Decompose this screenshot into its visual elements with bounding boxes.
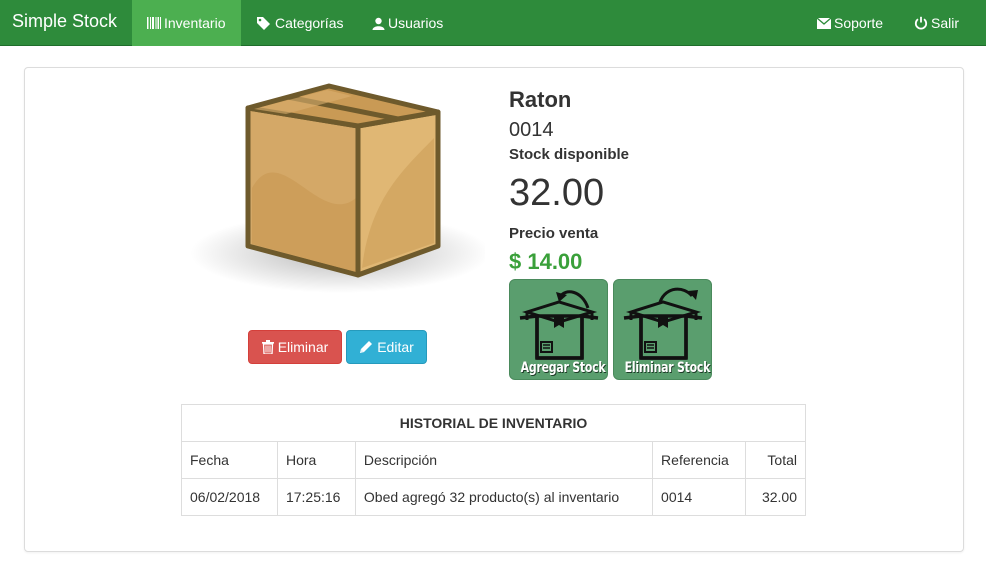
trash-icon (261, 340, 274, 354)
remove-stock-label: Eliminar Stock (624, 360, 711, 376)
envelope-icon (817, 17, 831, 29)
cell-fecha: 06/02/2018 (181, 478, 278, 516)
remove-stock-button[interactable]: Eliminar Stock (613, 279, 712, 380)
stock-value: 32.00 (509, 172, 605, 214)
add-stock-label: Agregar Stock (520, 360, 606, 376)
col-header: Descripción (354, 441, 654, 479)
pencil-icon (360, 341, 373, 353)
box-arrow-in-icon (519, 290, 599, 360)
col-header: Total (745, 441, 806, 479)
nav-label: Categorías (275, 15, 344, 31)
nav-label: Soporte (834, 15, 884, 31)
nav-inventario[interactable]: Inventario (132, 0, 241, 46)
cell-hora: 17:25:16 (276, 478, 356, 516)
col-header: Hora (276, 441, 356, 479)
nav-label: Salir (931, 15, 960, 31)
cell-referencia: 0014 (652, 478, 746, 516)
nav-usuarios[interactable]: Usuarios (357, 0, 458, 46)
history-title: HISTORIAL DE INVENTARIO (181, 404, 806, 442)
add-stock-button[interactable]: Agregar Stock (509, 279, 608, 380)
edit-button[interactable]: Editar (346, 330, 427, 364)
cardboard-box-icon (190, 83, 485, 293)
nav-label: Inventario (164, 15, 226, 31)
power-icon (914, 16, 928, 30)
product-name: Raton (509, 87, 572, 112)
tags-icon (257, 17, 270, 30)
cell-descripcion: Obed agregó 32 producto(s) al inventario (354, 478, 654, 516)
col-header: Referencia (652, 441, 746, 479)
col-header: Fecha (181, 441, 278, 479)
price-value: $ 14.00 (509, 249, 583, 274)
history-table: HISTORIAL DE INVENTARIO Fecha Hora Descr… (181, 404, 806, 516)
barcode-icon (147, 17, 161, 29)
navbar: Simple Stock Inventario Categorías Usuar… (0, 0, 986, 46)
delete-button[interactable]: Eliminar (248, 330, 342, 364)
user-icon (372, 17, 385, 30)
history-header-row: Fecha Hora Descripción Referencia Total (181, 441, 806, 479)
nav-categorias[interactable]: Categorías (241, 0, 358, 46)
cell-total: 32.00 (745, 478, 806, 516)
box-arrow-out-icon (623, 287, 703, 360)
nav-salir[interactable]: Salir (899, 0, 974, 46)
table-row: 06/02/2018 17:25:16 Obed agregó 32 produ… (181, 478, 806, 516)
stock-label: Stock disponible (509, 146, 630, 163)
brand[interactable]: Simple Stock (12, 11, 117, 32)
nav-soporte[interactable]: Soporte (802, 0, 898, 46)
nav-label: Usuarios (388, 15, 444, 31)
price-label: Precio venta (509, 225, 599, 242)
edit-button-label: Editar (377, 339, 414, 355)
delete-button-label: Eliminar (277, 339, 329, 355)
product-code: 0014 (509, 119, 554, 141)
